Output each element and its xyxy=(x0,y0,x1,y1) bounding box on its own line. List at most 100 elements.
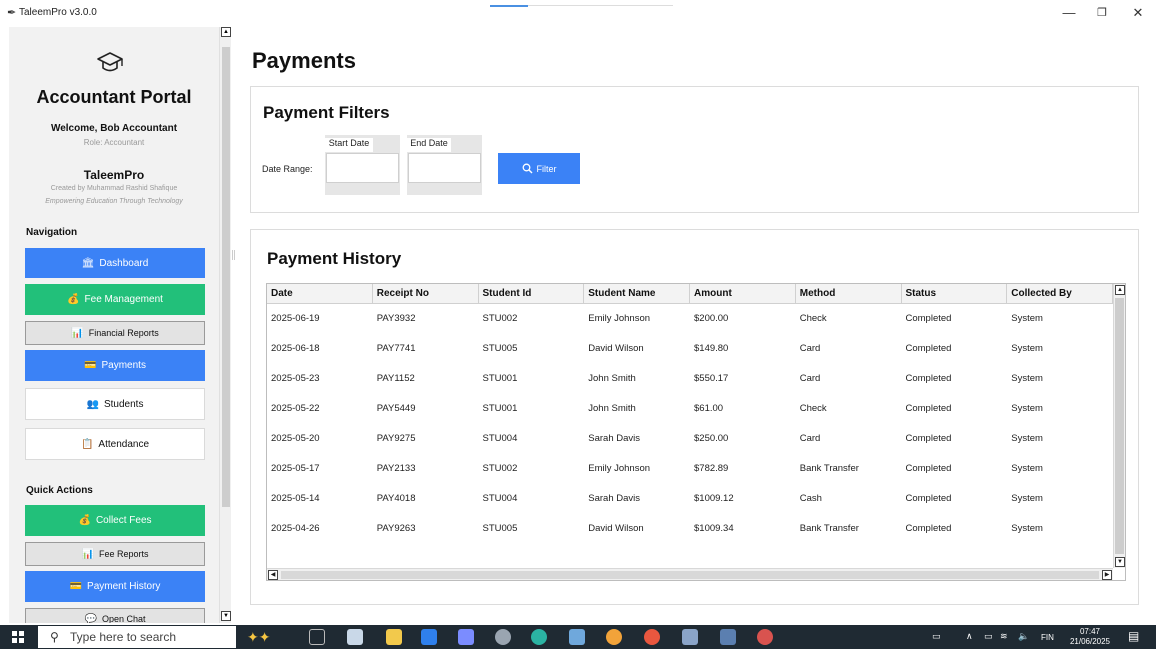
money-bag-icon: 💰 xyxy=(78,515,91,526)
table-row[interactable]: 2025-05-14 PAY4018 STU004 Sarah Davis $1009.… xyxy=(267,484,1113,514)
nav-students-label: Students xyxy=(103,398,144,410)
column-header-student-name[interactable]: Student Name xyxy=(584,284,690,304)
payment-history-label: Payment History xyxy=(87,581,161,592)
scroll-down-arrow[interactable]: ▼ xyxy=(221,611,231,621)
created-by-text: Created by Muhammad Rashid Shafique xyxy=(50,185,178,192)
chrome-icon[interactable] xyxy=(644,629,660,645)
filters-title: Payment Filters xyxy=(263,103,390,122)
open-chat-button[interactable]: 💬 Open Chat xyxy=(25,608,205,623)
top-indicator xyxy=(490,5,528,7)
fee-reports-button[interactable]: 📊 Fee Reports xyxy=(25,542,205,566)
cell-method: Cash xyxy=(799,493,822,504)
wifi-icon[interactable]: ≋ xyxy=(1000,631,1008,642)
minimize-button[interactable]: — xyxy=(1058,5,1080,21)
nav-attendance-label: Attendance xyxy=(98,438,150,450)
python-icon[interactable] xyxy=(720,629,736,645)
sparkle-icon[interactable]: ✦✦ xyxy=(247,629,287,645)
table-row[interactable]: 2025-06-19 PAY3932 STU002 Emily Johnson $200… xyxy=(267,304,1113,334)
language-indicator[interactable]: FIN xyxy=(1041,633,1054,642)
start-date-input[interactable] xyxy=(326,153,399,183)
nav-dashboard-button[interactable]: 🏛 Dashboard xyxy=(25,248,205,278)
nav-dashboard-label: Dashboard xyxy=(99,257,149,269)
filter-button[interactable]: Filter xyxy=(498,153,580,184)
store-icon[interactable] xyxy=(347,629,363,645)
battery-icon[interactable]: ▭ xyxy=(932,631,941,642)
cell-collected-by: System xyxy=(1011,373,1043,384)
column-header-collected-by[interactable]: Collected By xyxy=(1007,284,1113,304)
table-row[interactable]: 2025-04-26 PAY9263 STU005 David Wilson $1009… xyxy=(267,514,1113,544)
table-row[interactable]: 2025-05-17 PAY2133 STU002 Emily Johnson $782… xyxy=(267,454,1113,484)
open-chat-label: Open Chat xyxy=(101,614,146,623)
payment-history-button[interactable]: 💳 Payment History xyxy=(25,571,205,602)
task-view-icon[interactable] xyxy=(309,629,325,645)
column-header-date[interactable]: Date xyxy=(267,284,373,304)
app-icon[interactable] xyxy=(458,629,474,645)
pane-resize-handle[interactable] xyxy=(232,250,235,260)
history-title: Payment History xyxy=(267,249,402,268)
app-icon[interactable] xyxy=(495,629,511,645)
cell-status: Completed xyxy=(905,403,952,414)
cell-status: Completed xyxy=(905,523,952,534)
nav-attendance-button[interactable]: 📋 Attendance xyxy=(25,428,205,460)
table-row[interactable]: 2025-06-18 PAY7741 STU005 David Wilson $149.… xyxy=(267,334,1113,364)
end-date-input[interactable] xyxy=(408,153,481,183)
cell-method: Card xyxy=(799,343,821,354)
notification-icon[interactable]: ▤ xyxy=(1128,629,1139,643)
nav-students-button[interactable]: 👥 Students xyxy=(25,388,205,420)
maximize-button[interactable]: ❐ xyxy=(1091,5,1113,21)
table-vertical-scrollbar[interactable]: ▲ ▼ xyxy=(1113,284,1125,568)
vscode-icon[interactable] xyxy=(421,629,437,645)
cell-method: Check xyxy=(799,403,827,414)
welcome-text: Welcome, Bob Accountant xyxy=(50,123,178,134)
table-horizontal-thumb[interactable] xyxy=(281,571,1099,579)
collect-fees-button[interactable]: 💰 Collect Fees xyxy=(25,505,205,536)
table-scroll-down-arrow[interactable]: ▼ xyxy=(1115,557,1125,567)
table-vertical-thumb[interactable] xyxy=(1115,298,1124,554)
cell-student-id: STU001 xyxy=(482,403,518,414)
top-indicator-track xyxy=(528,5,673,6)
edge-icon[interactable] xyxy=(531,629,547,645)
nav-fee-management-button[interactable]: 💰 Fee Management xyxy=(25,284,205,315)
cell-student-id: STU002 xyxy=(482,463,518,474)
credit-card-icon: 💳 xyxy=(84,360,97,371)
system-clock[interactable]: 07:47 21/06/2025 xyxy=(1066,627,1114,647)
clock-date: 21/06/2025 xyxy=(1069,637,1111,646)
navigation-heading: Navigation xyxy=(26,227,78,238)
table-row[interactable]: 2025-05-23 PAY1152 STU001 John Smith $550.17… xyxy=(267,364,1113,394)
close-button[interactable]: ✕ xyxy=(1127,5,1149,21)
column-header-method[interactable]: Method xyxy=(795,284,902,304)
column-header-receipt-no[interactable]: Receipt No xyxy=(372,284,479,304)
column-header-status[interactable]: Status xyxy=(901,284,1008,304)
tray-expand-icon[interactable]: ∧ xyxy=(966,631,973,642)
table-body: 2025-06-19 PAY3932 STU002 Emily Johnson $200… xyxy=(267,304,1113,544)
table-row[interactable]: 2025-05-20 PAY9275 STU004 Sarah Davis $250.0… xyxy=(267,424,1113,454)
cell-receipt-no: PAY3932 xyxy=(376,313,416,324)
table-scroll-up-arrow[interactable]: ▲ xyxy=(1115,285,1125,295)
cell-collected-by: System xyxy=(1011,403,1043,414)
bank-icon: 🏛 xyxy=(81,257,95,269)
nav-payments-button[interactable]: 💳 Payments xyxy=(25,350,205,381)
table-row[interactable]: 2025-05-22 PAY5449 STU001 John Smith $61.00 C… xyxy=(267,394,1113,424)
cell-student-name: Emily Johnson xyxy=(588,313,651,324)
sidebar-scroll-thumb[interactable] xyxy=(222,47,230,507)
table-scroll-right-arrow[interactable]: ▶ xyxy=(1102,570,1112,580)
nav-financial-reports-button[interactable]: 📊 Financial Reports xyxy=(25,321,205,345)
photos-icon[interactable] xyxy=(682,629,698,645)
windows-start-button[interactable] xyxy=(12,631,24,643)
app-icon[interactable] xyxy=(757,629,773,645)
taskbar-search[interactable]: ⚲ Type here to search xyxy=(38,626,236,648)
volume-icon[interactable]: 🔈 xyxy=(1018,631,1029,642)
clock-time: 07:47 xyxy=(1079,627,1101,636)
sidebar-scrollbar[interactable]: ▲ ▼ xyxy=(219,27,231,623)
cell-collected-by: System xyxy=(1011,463,1043,474)
table-horizontal-scrollbar[interactable]: ◀ ▶ xyxy=(267,568,1113,580)
app-icon[interactable] xyxy=(569,629,585,645)
display-icon[interactable]: ▭ xyxy=(984,631,993,642)
file-explorer-icon[interactable] xyxy=(386,629,402,645)
table-scroll-left-arrow[interactable]: ◀ xyxy=(268,570,278,580)
column-header-student-id[interactable]: Student Id xyxy=(478,284,585,304)
column-header-amount[interactable]: Amount xyxy=(690,284,796,304)
scroll-up-arrow[interactable]: ▲ xyxy=(221,27,231,37)
chrome-icon[interactable] xyxy=(606,629,622,645)
cell-receipt-no: PAY4018 xyxy=(376,493,416,504)
